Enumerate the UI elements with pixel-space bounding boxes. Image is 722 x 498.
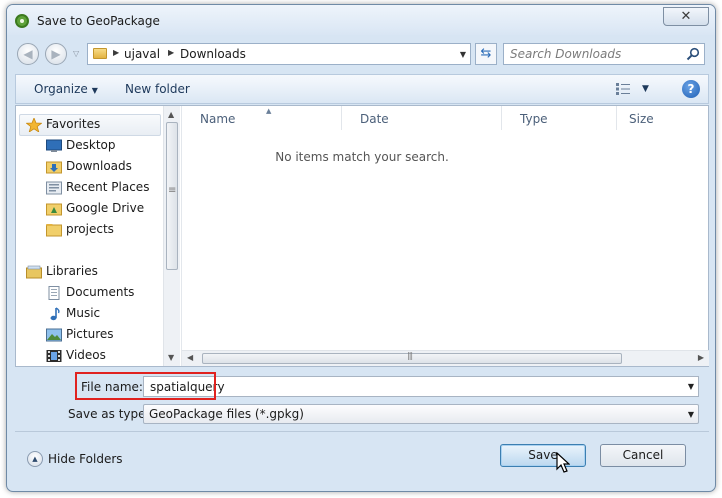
- column-header-name[interactable]: ▲ Name: [182, 106, 342, 130]
- title-bar[interactable]: Save to GeoPackage ✕: [7, 5, 715, 35]
- save-button[interactable]: Save: [500, 444, 586, 467]
- recent-places-icon: [46, 181, 62, 195]
- videos-icon: [46, 350, 62, 362]
- qgis-app-icon: [15, 14, 29, 28]
- back-button[interactable]: ◀: [17, 43, 39, 65]
- view-details-icon[interactable]: [616, 83, 630, 95]
- nav-item-label: Documents: [66, 285, 135, 299]
- save-as-type-label: Save as type:: [68, 407, 150, 421]
- column-header-date[interactable]: Date: [342, 106, 502, 130]
- organize-label: Organize: [34, 82, 88, 96]
- nav-item-label: Pictures: [66, 327, 114, 341]
- breadcrumb-separator-icon[interactable]: ▶: [113, 48, 119, 57]
- breadcrumb-separator-icon[interactable]: ▶: [168, 48, 174, 57]
- sort-ascending-icon: ▲: [266, 107, 272, 115]
- search-icon[interactable]: [686, 47, 700, 61]
- nav-item-label: Google Drive: [66, 201, 145, 215]
- scrollbar-thumb[interactable]: [202, 351, 622, 364]
- collapse-up-icon: ▲: [27, 451, 43, 467]
- window-title: Save to GeoPackage: [37, 14, 160, 28]
- google-drive-folder-icon: [46, 203, 62, 216]
- nav-item-label: Desktop: [66, 138, 116, 152]
- forward-arrow-icon: ▶: [51, 47, 61, 61]
- file-list: ▲ Name Date Type Size No items match you…: [181, 106, 709, 366]
- libraries-icon: [26, 265, 42, 279]
- column-header-type[interactable]: Type: [502, 106, 617, 130]
- close-button[interactable]: ✕: [663, 7, 709, 26]
- column-header-size[interactable]: Size: [617, 106, 697, 130]
- nav-vertical-scrollbar[interactable]: ▲ ▼: [163, 106, 180, 366]
- help-icon[interactable]: ?: [682, 80, 700, 98]
- nav-item-label: Videos: [66, 348, 106, 362]
- command-toolbar: Organize ▼ New folder ▼ ?: [15, 74, 709, 104]
- save-fields: File name: ▼ Save as type: GeoPackage fi…: [7, 369, 715, 429]
- breadcrumb-ujaval[interactable]: ujaval: [124, 47, 160, 61]
- downloads-folder-icon: [93, 48, 107, 59]
- documents-icon: [48, 286, 60, 300]
- nav-item-label: Recent Places: [66, 180, 150, 194]
- mouse-cursor-icon: [556, 452, 570, 473]
- column-header-label: Size: [629, 112, 654, 126]
- back-arrow-icon: ◀: [23, 47, 33, 61]
- desktop-icon: [46, 139, 62, 152]
- folder-icon: [46, 224, 62, 237]
- scroll-down-icon[interactable]: ▼: [168, 353, 174, 362]
- scroll-right-icon[interactable]: ▶: [698, 353, 704, 362]
- hide-folders-label: Hide Folders: [48, 452, 123, 466]
- pictures-icon: [46, 328, 62, 342]
- forward-button[interactable]: ▶: [45, 43, 67, 65]
- refresh-button[interactable]: ⇆: [475, 43, 497, 65]
- file-list-horizontal-scrollbar[interactable]: ◀ ▶: [182, 350, 709, 366]
- address-bar[interactable]: ▶ ujaval ▶ Downloads ▼: [87, 43, 471, 65]
- scroll-left-icon[interactable]: ◀: [187, 353, 193, 362]
- recent-locations-chevron-icon[interactable]: ▽: [73, 49, 79, 58]
- chevron-down-icon: ▼: [91, 86, 98, 95]
- column-header-label: Name: [200, 112, 236, 126]
- column-header-label: Type: [520, 112, 548, 126]
- file-name-combo[interactable]: ▼: [143, 376, 699, 397]
- nav-item-label: Libraries: [46, 264, 98, 278]
- chevron-down-icon: ▼: [687, 410, 694, 419]
- navigation-pane: Favorites Desktop Downloads Recent Place…: [16, 106, 180, 366]
- save-dialog: Save to GeoPackage ✕ ◀ ▶ ▽ ▶ ujaval ▶ Do…: [6, 4, 716, 492]
- breadcrumb-downloads[interactable]: Downloads: [180, 47, 246, 61]
- new-folder-button[interactable]: New folder: [125, 82, 190, 96]
- music-icon: [50, 307, 60, 321]
- star-icon: [26, 118, 42, 132]
- search-input[interactable]: Search Downloads: [510, 47, 621, 61]
- file-name-dropdown-icon[interactable]: ▼: [688, 382, 694, 391]
- browser-pane: Favorites Desktop Downloads Recent Place…: [15, 105, 709, 367]
- view-options-chevron-icon[interactable]: ▼: [642, 84, 649, 94]
- file-name-field[interactable]: [144, 377, 674, 396]
- nav-item-label: Favorites: [46, 117, 101, 131]
- empty-list-message: No items match your search.: [275, 150, 449, 164]
- organize-menu[interactable]: Organize ▼: [34, 82, 98, 96]
- save-as-type-select[interactable]: GeoPackage files (*.gpkg) ▼: [143, 404, 699, 424]
- highlight-box: [75, 372, 216, 400]
- nav-item-label: Music: [66, 306, 101, 320]
- address-dropdown-icon[interactable]: ▼: [460, 50, 466, 59]
- cancel-button[interactable]: Cancel: [600, 444, 686, 467]
- scrollbar-thumb[interactable]: [166, 122, 178, 270]
- search-box[interactable]: Search Downloads: [503, 43, 705, 65]
- column-header-label: Date: [360, 112, 389, 126]
- nav-item-label: projects: [66, 222, 114, 236]
- downloads-folder-icon: [46, 161, 62, 174]
- save-as-type-value: GeoPackage files (*.gpkg): [149, 407, 304, 421]
- scroll-up-icon[interactable]: ▲: [168, 110, 174, 119]
- divider: [15, 431, 709, 432]
- address-row: ◀ ▶ ▽ ▶ ujaval ▶ Downloads ▼ ⇆ Search Do…: [7, 39, 715, 69]
- nav-item-label: Downloads: [66, 159, 132, 173]
